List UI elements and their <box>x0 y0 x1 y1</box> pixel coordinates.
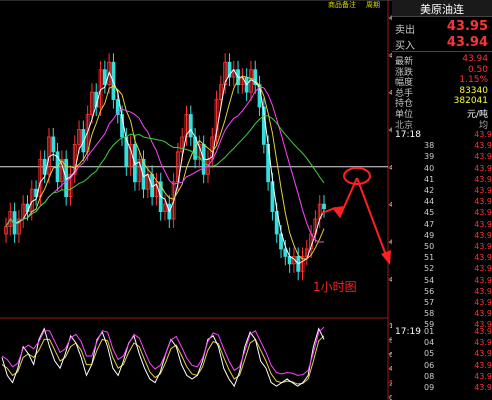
tick-price: 43.9 <box>474 309 492 319</box>
stat-value: 1.15% <box>459 75 488 85</box>
tick-row: 01 43.9 <box>392 327 492 339</box>
buy-row: 买入 43.94 <box>392 34 492 52</box>
tick-price: 43.9 <box>474 242 492 251</box>
tick-row: 42 43.9 <box>392 186 492 198</box>
stat-value: 43.94 <box>462 54 488 64</box>
price-chart: 46.546.045.545.044.544.043.543.010080604… <box>0 0 392 400</box>
tick-price: 43.9 <box>474 275 492 285</box>
tick-row: 05 43.9 <box>392 349 492 361</box>
tick-price: 43.9 <box>474 141 492 151</box>
tick-row: 51 43.9 <box>392 253 492 265</box>
candle-body <box>51 136 56 153</box>
tick-row: 54 43.9 <box>392 276 492 288</box>
divider <box>392 51 492 52</box>
tick-second: 39 <box>424 152 435 162</box>
chart-annotation: 1小时图 <box>313 280 357 294</box>
tick-row: 50 43.9 <box>392 242 492 254</box>
tick-row: 45 43.9 <box>392 208 492 220</box>
product-notes-link[interactable]: 商品备注 <box>328 0 356 10</box>
stat-value: 83340 <box>459 85 488 96</box>
tick-second: 45 <box>424 208 435 218</box>
tick-row: 44 43.9 <box>392 197 492 209</box>
tick-row: 40 43.9 <box>392 164 492 176</box>
tick-row: 09 43.9 <box>392 383 492 395</box>
tick-row: 39 43.9 <box>392 152 492 164</box>
quote-header: 美原油连 <box>392 0 492 17</box>
tick-second: 09 <box>424 383 435 392</box>
tick-row: 43.9 <box>392 130 492 142</box>
tick-price: 43.9 <box>474 264 492 274</box>
tick-price: 43.9 <box>474 253 492 263</box>
tick-price: 43.9 <box>474 349 492 359</box>
arrow-head <box>381 250 391 265</box>
arrow-head <box>332 206 343 218</box>
candle-body <box>322 203 326 210</box>
tick-second: 42 <box>424 186 435 195</box>
tick-second: 04 <box>424 338 435 348</box>
tick-second: 08 <box>424 371 435 381</box>
tick-second: 06 <box>424 360 435 370</box>
tick-second: 58 <box>424 309 435 319</box>
tick-second: 05 <box>424 349 435 359</box>
stat-value: 382041 <box>453 96 488 106</box>
quote-panel: 美原油连 卖出 43.95 买入 43.94 最新 43.94 涨跌 0.50 幅度 1.… <box>392 0 492 400</box>
tick-row: 47 43.9 <box>392 220 492 232</box>
tick-price: 43.9 <box>474 152 492 162</box>
tick-price: 43.9 <box>474 383 492 392</box>
tick-second: 40 <box>424 163 435 173</box>
tick-price: 43.9 <box>474 371 492 381</box>
tick-price: 43.9 <box>474 197 492 207</box>
tick-row: 56 43.9 <box>392 287 492 299</box>
projection-down-arrow <box>356 177 388 259</box>
sell-price: 43.95 <box>446 19 488 34</box>
tick-second: 44 <box>424 197 435 207</box>
stat-value: 0.50 <box>467 64 488 75</box>
tick-row: 57 43.9 <box>392 298 492 310</box>
tick-second: 52 <box>424 264 435 274</box>
target-ellipse <box>343 167 371 185</box>
tick-row: 06 43.9 <box>392 361 492 373</box>
tick-price: 43.9 <box>474 298 492 307</box>
tick-price: 43.9 <box>474 174 492 184</box>
tick-second: 57 <box>424 298 435 307</box>
tick-price: 43.9 <box>474 286 492 296</box>
tick-second: 01 <box>424 327 435 336</box>
tick-price: 43.9 <box>474 130 492 139</box>
tick-second: 38 <box>424 141 435 151</box>
tick-row: 49 43.9 <box>392 231 492 243</box>
tick-price: 43.9 <box>474 360 492 370</box>
tick-price: 43.9 <box>474 327 492 336</box>
tick-price: 43.9 <box>474 186 492 195</box>
tick-row: 38 43.9 <box>392 141 492 153</box>
tick-price: 43.9 <box>474 208 492 218</box>
tick-price: 43.9 <box>474 219 492 229</box>
indicator-fast-line <box>1 327 325 388</box>
buy-price: 43.94 <box>446 35 488 50</box>
instrument-name: 美原油连 <box>420 3 464 16</box>
tick-price: 43.9 <box>474 230 492 240</box>
tick-price: 43.9 <box>474 338 492 348</box>
tick-second: 41 <box>424 174 435 184</box>
tick-second: 47 <box>424 219 435 229</box>
tick-price: 43.9 <box>474 163 492 173</box>
buy-label: 买入 <box>395 41 415 52</box>
period-link[interactable]: 周期 <box>366 0 380 10</box>
tick-row: 41 43.9 <box>392 175 492 187</box>
tick-second: 51 <box>424 253 435 263</box>
candle-body <box>188 114 193 138</box>
tick-second: 54 <box>424 275 435 285</box>
tick-row: 08 43.9 <box>392 372 492 384</box>
tick-second: 49 <box>424 230 435 240</box>
tick-row: 52 43.9 <box>392 264 492 276</box>
tick-row: 04 43.9 <box>392 338 492 350</box>
tick-row: 58 43.9 <box>392 309 492 321</box>
tick-second: 50 <box>424 242 435 251</box>
tick-second: 56 <box>424 286 435 296</box>
